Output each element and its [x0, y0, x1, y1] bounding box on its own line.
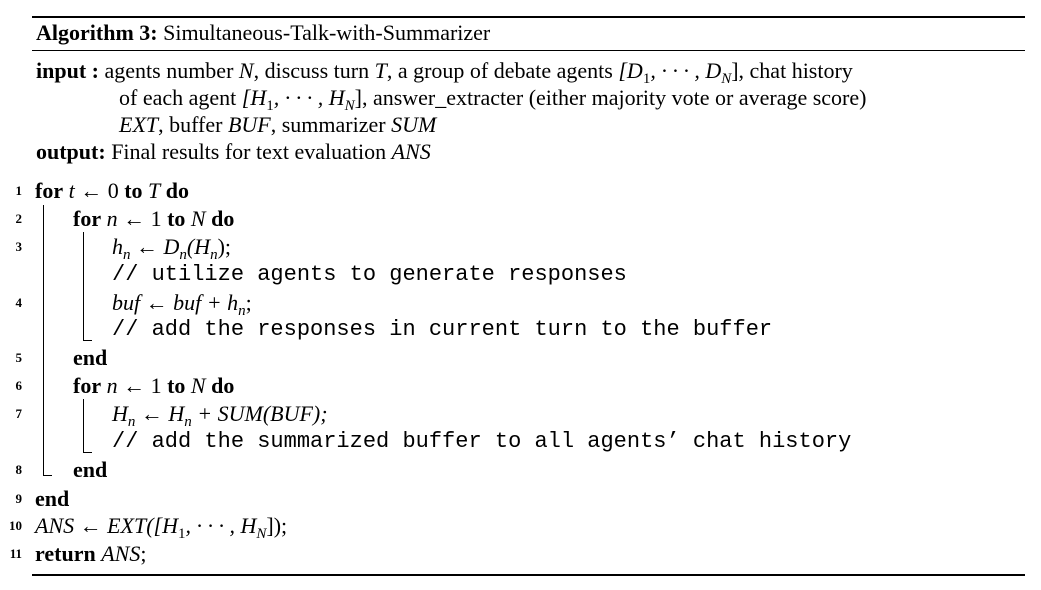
math-var: n [106, 373, 118, 398]
math-var: SUM [391, 112, 437, 137]
algorithm-caption: Algorithm 3: Simultaneous-Talk-with-Summ… [36, 20, 490, 46]
math-var: buf [112, 290, 141, 315]
input-text: , summarizer [270, 112, 392, 137]
math-op: ); [217, 234, 232, 259]
math-var: n [106, 206, 118, 231]
math-var: ] [354, 85, 362, 110]
caption-rule [32, 50, 1025, 51]
output-line: output: Final results for text evaluatio… [36, 138, 431, 165]
math-var: ← D [130, 234, 180, 259]
outer-block-hook [43, 475, 52, 476]
code-line-10: ANS ← EXT([H1, · · · , HN]); [35, 512, 287, 543]
input-line-3: EXT, buffer BUF, summarizer SUM [119, 111, 436, 138]
comment-3: // add the summarized buffer to all agen… [112, 429, 852, 454]
line-number: 7 [15, 406, 23, 421]
math-op: ← 1 [117, 206, 168, 231]
math-var: ANS [101, 541, 141, 566]
keyword-to: to [124, 178, 143, 203]
input-text: of each agent [119, 85, 242, 110]
math-sub: 1 [178, 526, 186, 542]
code-line-3: hn ← Dn(Hn); [112, 233, 231, 264]
code-line-11: return ANS; [35, 540, 146, 567]
keyword-to: to [167, 206, 186, 231]
math-var: T [374, 58, 387, 83]
algorithm-block: Algorithm 3: Simultaneous-Talk-with-Summ… [0, 0, 1041, 590]
math-var: ] [731, 58, 739, 83]
math-var: BUF [227, 112, 271, 137]
top-rule [32, 16, 1025, 18]
caption-label: Algorithm 3: [36, 20, 158, 45]
math-var: ANS ← EXT([H [35, 513, 178, 538]
keyword-to: to [167, 373, 186, 398]
line-number: 5 [15, 350, 23, 365]
code-line-9: end [35, 486, 70, 511]
output-text: Final results for text evaluation [105, 139, 392, 164]
input-text: , answer_extracter (either majority vote… [361, 85, 867, 110]
line-number: 10 [9, 518, 22, 533]
bottom-rule [32, 574, 1025, 576]
math-op: ; [140, 541, 147, 566]
line-number: 8 [15, 462, 23, 477]
code-line-7: Hn ← Hn + SUM(BUF); [112, 400, 328, 431]
math-var: , · · · , D [650, 58, 722, 83]
line-number: 1 [15, 183, 23, 198]
comment-2: // add the responses in current turn to … [112, 317, 773, 342]
comment-1: // utilize agents to generate responses [112, 262, 627, 287]
math-op: ; [245, 290, 252, 315]
outer-block-bar [43, 205, 44, 475]
math-op: ]); [266, 513, 288, 538]
inner-block-bar-1 [83, 232, 84, 340]
input-label: input [36, 58, 87, 83]
line-number: 4 [15, 295, 23, 310]
math-var: ← H [135, 401, 185, 426]
caption-title: Simultaneous-Talk-with-Summarizer [163, 20, 491, 45]
math-var: ← buf + h [140, 290, 239, 315]
math-var: N [238, 58, 254, 83]
inner-block-bar-2 [83, 399, 84, 452]
math-var: ANS [391, 139, 431, 164]
code-line-5: end [73, 345, 108, 370]
input-text: agents number [98, 58, 239, 83]
line-number: 6 [15, 378, 23, 393]
line-number: 9 [15, 491, 23, 506]
input-text: , chat history [738, 58, 853, 83]
keyword-do: do [211, 206, 235, 231]
input-text: , discuss turn [253, 58, 375, 83]
output-label: output: [36, 139, 106, 164]
code-line-8: end [73, 457, 108, 482]
line-number: 2 [15, 211, 23, 226]
input-sep: : [86, 58, 99, 83]
math-sub: N [256, 526, 267, 542]
keyword-for: for [73, 206, 102, 231]
code-line-1: for t ← 0 to T do [35, 177, 189, 204]
math-var: [D [618, 58, 643, 83]
keyword-for: for [73, 373, 102, 398]
keyword-do: do [211, 373, 235, 398]
math-var: , · · · , H [185, 513, 257, 538]
math-var: N [190, 206, 206, 231]
math-var: (H [186, 234, 211, 259]
line-number: 11 [9, 546, 22, 561]
input-text: , buffer [158, 112, 228, 137]
math-var: + SUM(BUF); [191, 401, 328, 426]
math-op: ← 0 [74, 178, 125, 203]
math-var: [H [241, 85, 267, 110]
math-var: N [190, 373, 206, 398]
math-var: h [112, 234, 123, 259]
inner-block-hook-1 [83, 340, 92, 341]
keyword-do: do [165, 178, 190, 203]
math-var: , · · · , H [273, 85, 345, 110]
code-line-2: for n ← 1 to N do [73, 205, 234, 232]
line-number: 3 [15, 239, 23, 254]
math-op: ← 1 [117, 373, 168, 398]
inner-block-hook-2 [83, 452, 92, 453]
keyword-for: for [35, 178, 64, 203]
math-var: H [112, 401, 128, 426]
code-line-6: for n ← 1 to N do [73, 372, 234, 399]
math-var: T [148, 178, 161, 203]
keyword-return: return [35, 541, 96, 566]
input-text: , a group of debate agents [386, 58, 619, 83]
math-var: EXT [119, 112, 159, 137]
